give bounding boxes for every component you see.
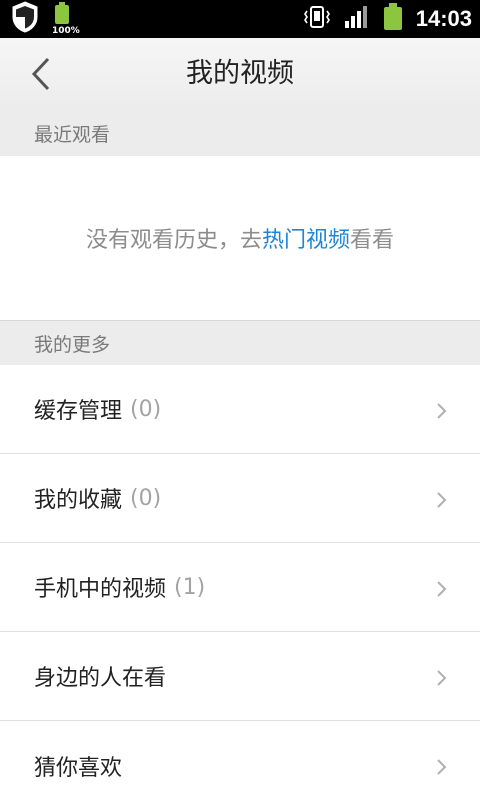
list-item-nearby-watching[interactable]: 身边的人在看 (0, 632, 480, 721)
shield-icon (10, 0, 40, 38)
list-item-label: 身边的人在看 (34, 666, 167, 691)
status-bar: 100% 14:03 (0, 0, 480, 38)
list-item-label: 手机中的视频 (34, 577, 167, 602)
list-item-label: 我的收藏 (34, 488, 123, 513)
chevron-right-icon (436, 669, 448, 687)
empty-history-message: 没有观看历史，去 热门视频 看看 (0, 156, 480, 320)
list-item-label: 缓存管理 (34, 399, 123, 424)
battery-full-icon (382, 3, 404, 35)
list-item-cache-management[interactable]: 缓存管理 (0) (0, 365, 480, 454)
chevron-right-icon (436, 580, 448, 598)
status-bar-right: 14:03 (302, 0, 472, 38)
battery-percent: 100% (52, 26, 80, 36)
section-header-recent: 最近观看 (0, 110, 480, 156)
list-item-count: (0) (130, 396, 162, 422)
chevron-right-icon (436, 491, 448, 509)
list-item-recommendations[interactable]: 猜你喜欢 (0, 721, 480, 810)
page-title: 我的视频 (186, 58, 294, 89)
empty-history-prefix: 没有观看历史，去 (85, 228, 262, 253)
list-item-count: (1) (174, 574, 206, 600)
battery-small: 100% (52, 2, 82, 36)
chevron-right-icon (436, 402, 448, 420)
vibrate-icon (302, 5, 332, 33)
list-item-count: (0) (130, 485, 162, 511)
chevron-right-icon (436, 758, 448, 776)
list-item-phone-videos[interactable]: 手机中的视频 (1) (0, 543, 480, 632)
status-clock: 14:03 (415, 6, 472, 31)
list-item-favorites[interactable]: 我的收藏 (0) (0, 454, 480, 543)
signal-icon (344, 5, 370, 33)
empty-history-suffix: 看看 (350, 228, 395, 253)
title-bar: 我的视频 (0, 38, 480, 111)
more-list: 缓存管理 (0) 我的收藏 (0) 手机中的视频 (1) 身边的人在看 猜你喜欢 (0, 365, 480, 810)
status-bar-left: 100% (10, 0, 82, 38)
list-item-label: 猜你喜欢 (34, 755, 123, 781)
hot-videos-link[interactable]: 热门视频 (262, 222, 350, 254)
section-header-more: 我的更多 (0, 320, 480, 365)
